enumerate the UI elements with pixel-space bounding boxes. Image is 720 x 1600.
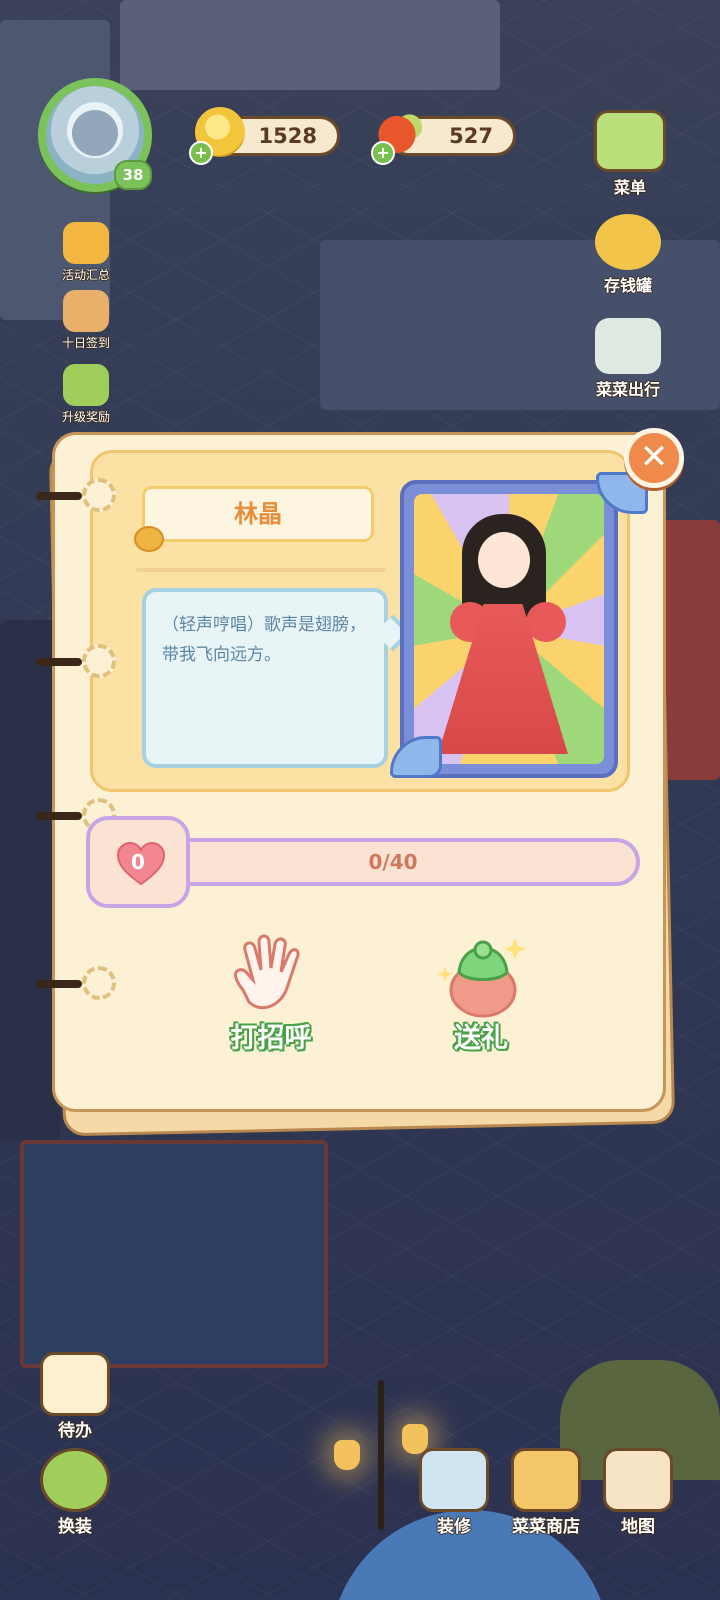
travel-button[interactable]: 菜菜出行 — [576, 318, 680, 400]
binder-hook — [36, 658, 82, 666]
greet-label: 打招呼 — [230, 1023, 312, 1054]
coin-counter[interactable]: + 1528 — [189, 107, 340, 165]
checkin-label: 十日签到 — [61, 336, 110, 350]
levelup-reward-icon — [63, 364, 109, 406]
map-icon — [603, 1448, 673, 1512]
todo-icon — [40, 1352, 110, 1416]
shop-button[interactable]: 菜菜商店 — [500, 1448, 592, 1537]
decorate-button[interactable]: 装修 — [416, 1448, 492, 1537]
travel-icon — [595, 318, 661, 374]
vegetable-amount: 527 — [449, 124, 493, 148]
binder-ring — [82, 966, 116, 1000]
affection-level-number: 0 — [131, 850, 145, 874]
shop-label: 菜菜商店 — [512, 1517, 580, 1537]
shop-icon — [511, 1448, 581, 1512]
checkin-icon — [63, 290, 109, 332]
binder-hook — [36, 980, 82, 988]
wave-hand-icon — [221, 932, 321, 1020]
piggy-bank-label: 存钱罐 — [603, 276, 652, 295]
binder-hook — [36, 492, 82, 500]
map-label: 地图 — [621, 1517, 655, 1537]
greet-button[interactable]: 打招呼 — [206, 932, 336, 1055]
binder-ring — [82, 644, 116, 678]
piggy-bank-button[interactable]: 存钱罐 — [584, 214, 672, 296]
affection-level-box: 0 — [86, 816, 190, 908]
coin-amount: 1528 — [258, 124, 317, 148]
checkin-button[interactable]: 十日签到 — [56, 290, 116, 351]
character-quote: （轻声哼唱）歌声是翅膀，带我飞向远方。 — [142, 588, 388, 768]
lamp-post — [378, 1380, 384, 1530]
street-lamp — [334, 1440, 360, 1470]
add-coins-icon[interactable]: + — [189, 141, 213, 165]
character-name: 林晶 — [142, 486, 374, 542]
name-divider — [136, 568, 386, 572]
dressup-icon — [40, 1448, 110, 1512]
name-tag-decoration — [134, 526, 164, 552]
character-portrait — [400, 480, 618, 778]
decorate-label: 装修 — [437, 1517, 471, 1537]
event-icon — [63, 222, 109, 264]
affection-meter: 0/40 0 — [86, 816, 642, 908]
affection-progress-text: 0/40 — [368, 850, 418, 874]
player-level-badge: 38 — [114, 160, 152, 190]
building-top — [120, 0, 500, 90]
send-gift-button[interactable]: 送礼 — [416, 932, 546, 1055]
affection-progress-bar: 0/40 — [146, 838, 640, 886]
binder-hook — [36, 812, 82, 820]
avatar-face — [72, 110, 118, 156]
gift-icon — [431, 932, 531, 1020]
menu-label: 菜单 — [613, 178, 646, 197]
character-face — [478, 532, 530, 588]
close-dialog-button[interactable]: ✕ — [624, 428, 684, 488]
todo-label: 待办 — [58, 1421, 92, 1441]
menu-button[interactable]: 菜单 — [590, 110, 670, 198]
character-dialog: 林晶 （轻声哼唱）歌声是翅膀，带我飞向远方。 0/40 0 打招呼 送礼 — [30, 420, 678, 1137]
piggy-bank-icon — [595, 214, 661, 270]
decorate-icon — [419, 1448, 489, 1512]
water-pool — [20, 1140, 328, 1368]
add-vegetables-icon[interactable]: + — [371, 141, 395, 165]
vegetable-counter[interactable]: + 527 — [371, 107, 516, 165]
todo-button[interactable]: 待办 — [38, 1352, 112, 1441]
event-summary-button[interactable]: 活动汇总 — [56, 222, 116, 283]
menu-icon — [594, 110, 666, 172]
binder-ring — [82, 478, 116, 512]
event-summary-label: 活动汇总 — [61, 268, 110, 282]
dressup-label: 换装 — [58, 1517, 92, 1537]
map-button[interactable]: 地图 — [600, 1448, 676, 1537]
dressup-button[interactable]: 换装 — [38, 1448, 112, 1537]
travel-label: 菜菜出行 — [595, 380, 660, 399]
send-gift-label: 送礼 — [454, 1023, 508, 1054]
levelup-reward-button[interactable]: 升级奖励 — [56, 364, 116, 425]
